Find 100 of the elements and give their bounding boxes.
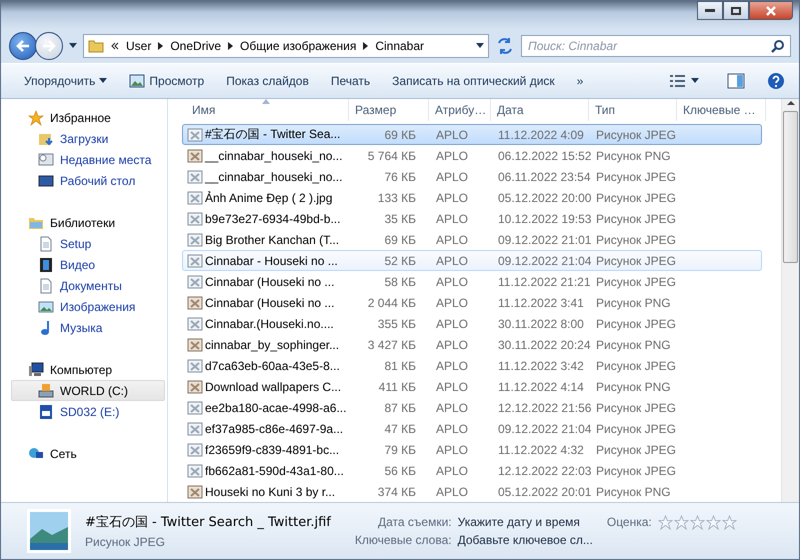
toolbar-button[interactable]: Просмотр [120,69,214,93]
sidebar-group[interactable]: Библиотеки [50,216,116,230]
sidebar-item[interactable]: Setup [11,233,165,254]
file-type: Рисунок JPEG [85,535,166,549]
file-row[interactable]: cinnabar_by_sophinger... 3 427 КБ APLO 30.11.2022 20:24 Рисунок PNG [182,334,762,355]
breadcrumb[interactable]: User [126,39,152,53]
breadcrumb[interactable]: OneDrive [170,39,222,53]
image-icon [38,298,54,314]
image-file-icon [187,126,203,142]
image-file-icon [187,294,203,310]
address-caret-icon [476,43,484,49]
file-row[interactable]: Cinnabar (Houseki no ... 2 044 КБ APLO 11.12.2022 3:41 Рисунок PNG [182,292,762,313]
file-row[interactable]: f23659f9-c839-4891-bc... 79 КБ APLO 11.12.2022 4:32 Рисунок JPEG [182,439,762,460]
column-header[interactable]: Дата [491,99,589,121]
maximize-button[interactable] [723,1,749,20]
column-header[interactable]: Тип [589,99,677,121]
toolbar-button[interactable]: » [568,70,592,92]
image-file-icon [187,442,203,458]
rating-label: Оценка: [606,515,652,530]
image-file-icon [187,378,203,394]
toolbar-button[interactable]: Показ слайдов [217,70,318,92]
file-row[interactable]: Ảnh Anime Đẹp ( 2 ).jpg 133 КБ APLO 05.12.2022 20:00 Рисунок JPEG [182,187,762,208]
separator-arrow-icon [228,42,234,50]
property-label: Ключевые слова: [354,533,452,547]
search-icon [771,39,785,53]
column-header[interactable]: Имя [186,99,349,121]
file-row[interactable]: ef37a985-c86e-4697-9a... 47 КБ APLO 09.12.2022 21:04 Рисунок JPEG [182,418,762,439]
file-row[interactable]: Big Brother Kanchan (T... 69 КБ APLO 09.12.2022 21:01 Рисунок JPEG [182,229,762,250]
scrollbar[interactable] [781,99,799,502]
image-file-icon [187,462,203,478]
image-file-icon [187,210,203,226]
breadcrumb[interactable]: Общие изображения [240,39,356,53]
column-header[interactable]: Атрибу… [429,99,491,121]
image-file-icon [187,336,203,352]
sidebar-item[interactable]: WORLD (C:) [11,380,165,401]
image-file-icon [187,232,203,248]
sidebar-group[interactable]: Избранное [50,110,111,124]
file-row[interactable]: Download wallpapers C... 411 КБ APLO 11.12.2022 4:14 Рисунок PNG [182,376,762,397]
history-caret-icon [69,43,77,49]
close-icon [766,6,776,16]
file-row[interactable]: Cinnabar (Houseki no ... 58 КБ APLO 11.12.2022 21:21 Рисунок JPEG [182,271,762,292]
document-icon [38,278,54,294]
search-field[interactable]: Поиск: Cinnabar [521,35,791,57]
preview-icon [129,73,146,89]
image-file-icon [187,420,203,436]
sidebar-item[interactable]: SD032 (E:) [11,401,165,422]
sidebar-group[interactable]: Сеть [50,446,77,460]
star-icon [722,515,737,530]
file-row[interactable]: __cinnabar_houseki_no... 5 764 КБ APLO 06.12.2022 15:52 Рисунок PNG [182,145,762,166]
close-button[interactable] [749,1,793,20]
forward-arrow-icon [42,40,56,52]
column-header[interactable]: Размер [349,99,429,121]
property-label: Дата съемки: [376,515,452,529]
preview-pane-icon [727,73,745,89]
property-value[interactable]: Добавьте ключевое сл... [458,533,593,547]
image-file-icon [187,358,203,374]
column-header[interactable]: Ключевые … [677,99,766,121]
rating-stars[interactable] [658,515,737,530]
file-name: #宝石の国 - Twitter Search _ Twitter.jfif [85,514,331,531]
address-bar[interactable]: User OneDrive Общие изображения Cinnabar [83,34,489,58]
sidebar-item[interactable]: Загрузки [11,128,165,149]
sort-arrow-icon [262,99,270,104]
file-row[interactable]: Cinnabar.(Houseki.no.... 355 КБ APLO 30.11.2022 8:00 Рисунок JPEG [182,313,762,334]
sidebar-item[interactable]: Недавние места [11,149,165,170]
sidebar-item[interactable]: Видео [11,254,165,275]
toolbar-button[interactable]: Записать на оптический диск [383,70,564,92]
file-row[interactable]: Houseki no Kuni 3 by r... 374 КБ APLO 05.12.2022 20:01 Рисунок PNG [182,481,762,502]
view-caret-icon [691,78,699,84]
image-file-icon [187,484,203,500]
image-file-icon [187,252,203,268]
sidebar-item[interactable]: Изображения [11,296,165,317]
property-value[interactable]: Укажите дату и время [458,515,593,529]
help-icon [767,72,785,90]
sidebar-item[interactable]: Рабочий стол [11,170,165,191]
star-icon [28,110,44,126]
back-button[interactable] [9,32,37,60]
drive-icon [38,382,54,398]
file-row[interactable]: fb662a81-590d-43a1-80... 56 КБ APLO 12.12.2022 22:03 Рисунок JPEG [182,460,762,481]
separator-arrow-icon [363,42,368,50]
image-file-icon [187,316,203,332]
sidebar-group[interactable]: Компьютер [50,362,112,376]
forward-button[interactable] [35,32,63,60]
sidebar-item[interactable]: Документы [11,275,165,296]
toolbar-button[interactable]: Печать [322,70,380,92]
minimize-button[interactable] [697,1,723,20]
file-row[interactable]: b9e73e27-6934-49bd-b... 35 КБ APLO 10.12.2022 19:53 Рисунок JPEG [182,208,762,229]
toolbar-button[interactable]: Упорядочить [15,70,116,92]
image-file-icon [187,400,203,416]
star-icon [658,515,673,530]
image-file-icon [187,274,203,290]
sidebar-item[interactable]: Музыка [11,317,165,338]
desktop-icon [38,172,54,188]
caret-icon [99,78,108,84]
breadcrumb[interactable]: Cinnabar [375,39,424,53]
file-row[interactable]: ee2ba180-acae-4998-a6... 87 КБ APLO 12.12.2022 21:56 Рисунок JPEG [182,397,762,418]
star-icon [690,515,705,530]
file-row[interactable]: d7ca63eb-60aa-43e5-8... 81 КБ APLO 11.12.2022 3:42 Рисунок JPEG [182,355,762,376]
file-row[interactable]: #宝石の国 - Twitter Sea... 69 КБ APLO 11.12.2022 4:09 Рисунок JPEG [182,124,762,145]
file-row[interactable]: __cinnabar_houseki_no... 76 КБ APLO 06.11.2022 23:54 Рисунок JPEG [182,166,762,187]
file-row[interactable]: Cinnabar - Houseki no ... 52 КБ APLO 09.12.2022 21:04 Рисунок JPEG [182,250,762,271]
